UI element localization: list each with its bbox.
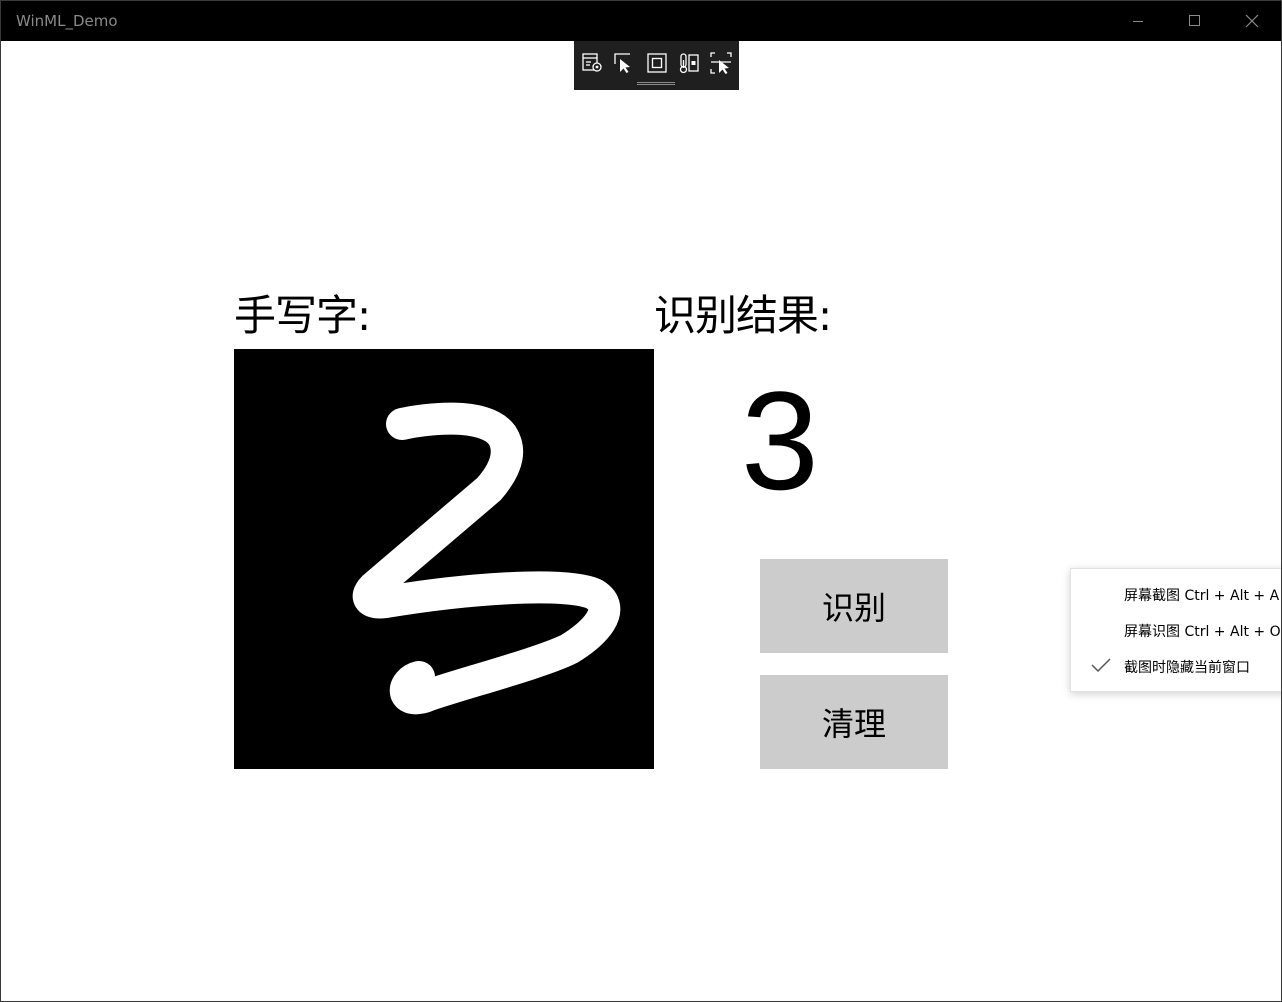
- window-title: WinML_Demo: [16, 12, 118, 30]
- preview-selection-icon[interactable]: [709, 51, 733, 75]
- checkmark-icon: [1091, 658, 1111, 673]
- track-focus-icon[interactable]: [677, 51, 701, 75]
- screenshot-context-menu: 屏幕截图 Ctrl + Alt + A 屏幕识图 Ctrl + Alt + O …: [1070, 568, 1281, 692]
- in-app-debug-toolbar: [574, 41, 739, 90]
- menu-item-hide-window[interactable]: 截图时隐藏当前窗口: [1071, 648, 1281, 684]
- ink-stroke: [352, 402, 621, 715]
- maximize-button[interactable]: [1172, 1, 1218, 41]
- close-button[interactable]: [1229, 1, 1275, 41]
- minimize-icon: [1133, 21, 1143, 22]
- app-window: WinML_Demo 手写字: 识别结果: 3 识别 清理 屏幕截图 Ctrl …: [0, 0, 1282, 1002]
- handwriting-label: 手写字:: [234, 291, 371, 340]
- menu-item-label: 屏幕截图 Ctrl + Alt + A: [1124, 588, 1280, 604]
- display-layout-adorners-icon[interactable]: [645, 51, 669, 75]
- live-visual-tree-icon[interactable]: [580, 51, 604, 75]
- toolbar-drag-handle[interactable]: [637, 82, 675, 85]
- menu-item-screen-ocr[interactable]: 屏幕识图 Ctrl + Alt + O: [1071, 612, 1281, 648]
- result-label: 识别结果:: [654, 291, 832, 340]
- menu-item-label: 截图时隐藏当前窗口: [1124, 660, 1250, 676]
- recognition-result: 3: [741, 362, 819, 519]
- title-bar[interactable]: WinML_Demo: [1, 1, 1281, 41]
- menu-item-label: 屏幕识图 Ctrl + Alt + O: [1124, 624, 1281, 640]
- recognize-button[interactable]: 识别: [760, 559, 948, 653]
- clear-button[interactable]: 清理: [760, 675, 948, 769]
- handwriting-canvas[interactable]: [234, 349, 654, 769]
- close-icon: [1245, 14, 1259, 28]
- menu-item-screen-capture[interactable]: 屏幕截图 Ctrl + Alt + A: [1071, 576, 1281, 612]
- maximize-icon: [1189, 15, 1200, 26]
- select-element-icon[interactable]: [612, 51, 636, 75]
- minimize-button[interactable]: [1115, 1, 1161, 41]
